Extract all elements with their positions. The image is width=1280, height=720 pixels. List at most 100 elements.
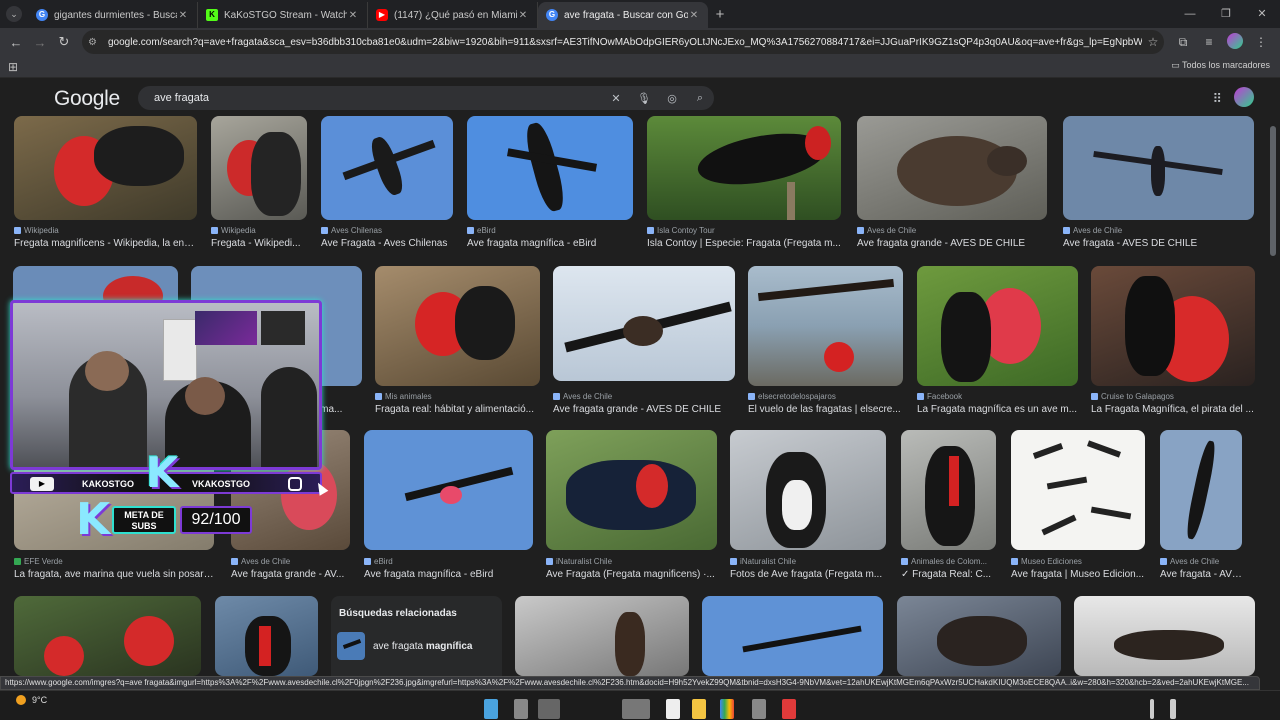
url-text[interactable]: google.com/search?q=ave+fragata&sca_esv=… [108, 37, 1142, 48]
taskbar-app-icon[interactable] [514, 699, 528, 719]
microphone-icon[interactable]: 🎙 [630, 92, 658, 105]
result-image[interactable] [215, 596, 318, 676]
result-title[interactable]: Ave fragata grande - AV... [231, 569, 350, 580]
search-input[interactable] [154, 92, 602, 104]
result-card[interactable]: iNaturalist Chile Fotos de Ave fragata (… [730, 430, 886, 582]
result-image[interactable] [14, 596, 201, 676]
close-icon[interactable]: ✕ [517, 10, 529, 21]
result-title[interactable]: La fragata, ave marina que vuela sin pos… [14, 569, 214, 580]
result-card[interactable]: Aves de Chile Ave fragata - AVES DE CHIL… [1063, 116, 1254, 256]
result-image[interactable] [553, 266, 735, 381]
search-icon[interactable]: ⌕ [686, 92, 714, 105]
taskbar-app-icon[interactable] [1150, 699, 1154, 719]
account-avatar[interactable] [1234, 87, 1254, 107]
result-title[interactable]: ✓ Fragata Real: C... [901, 569, 996, 580]
result-title[interactable]: Isla Contoy | Especie: Fragata (Fregata … [647, 238, 841, 249]
result-title[interactable]: Ave fragata magnífica - eBird [467, 238, 633, 249]
result-image[interactable] [1160, 430, 1242, 550]
address-bar[interactable]: ⚙ google.com/search?q=ave+fragata&sca_es… [82, 30, 1164, 54]
taskbar-app-icon[interactable] [622, 699, 650, 719]
result-image[interactable] [515, 596, 689, 676]
result-card[interactable]: eBird Ave fragata magnífica - eBird [467, 116, 633, 256]
result-title[interactable]: Fregata - Wikipedi... [211, 238, 307, 249]
result-card[interactable]: Wikipedia Fregata magnificens - Wikipedi… [14, 116, 197, 256]
all-bookmarks[interactable]: ▭ Todos los marcadores [1171, 60, 1270, 71]
site-info-icon[interactable]: ⚙ [88, 37, 102, 48]
result-card[interactable]: Aves de Chile Ave fragata grande - AVES … [553, 266, 735, 416]
result-title[interactable]: El vuelo de las fragatas | elsecre... [748, 404, 903, 415]
taskbar-app-icon[interactable] [484, 699, 498, 719]
apps-grid-icon[interactable]: ⊞ [8, 60, 18, 74]
google-apps-icon[interactable]: ⠿ [1212, 91, 1222, 107]
result-title[interactable]: La Fragata Magnífica, el pirata del ... [1091, 404, 1255, 415]
result-card[interactable]: Isla Contoy Tour Isla Contoy | Especie: … [647, 116, 841, 256]
close-window-icon[interactable]: ✕ [1244, 0, 1280, 28]
taskbar-app-icon[interactable] [666, 699, 680, 719]
result-title[interactable]: Ave fragata grande - AVES DE CHILE [553, 404, 735, 415]
result-image[interactable] [917, 266, 1078, 386]
reading-list-icon[interactable]: ≡ [1196, 35, 1222, 49]
result-image[interactable] [321, 116, 453, 220]
result-title[interactable]: Fotos de Ave fragata (Fregata m... [730, 569, 886, 580]
taskbar-app-icon[interactable] [752, 699, 766, 719]
clear-icon[interactable]: ✕ [602, 92, 630, 105]
result-card[interactable] [1074, 596, 1255, 676]
reload-icon[interactable]: ↻ [52, 34, 76, 50]
result-title[interactable]: Ave Fragata - Aves Chilenas [321, 238, 453, 249]
result-card[interactable]: Cruise to Galapagos La Fragata Magnífica… [1091, 266, 1255, 416]
result-image[interactable] [730, 430, 886, 550]
new-tab-button[interactable]: + [708, 4, 732, 28]
google-logo[interactable]: Google [54, 87, 120, 111]
result-title[interactable]: Ave fragata - AVES... [1160, 569, 1242, 580]
result-card[interactable]: Animales de Colom... ✓ Fragata Real: C..… [901, 430, 996, 582]
result-image[interactable] [1011, 430, 1145, 550]
result-card[interactable]: Museo Ediciones Ave fragata | Museo Edic… [1011, 430, 1145, 582]
taskbar-app-icon[interactable] [782, 699, 796, 719]
result-image[interactable] [467, 116, 633, 220]
extensions-icon[interactable]: ⧉ [1170, 35, 1196, 50]
result-title[interactable]: Ave fragata grande - AVES DE CHILE [857, 238, 1047, 249]
result-title[interactable]: Ave Fragata (Fregata magnificens) ·... [546, 569, 717, 580]
result-card[interactable]: Facebook La Fragata magnífica es un ave … [917, 266, 1078, 416]
minimize-icon[interactable]: — [1172, 0, 1208, 28]
result-image[interactable] [1091, 266, 1255, 386]
tab-1[interactable]: K KaKoSTGO Stream - Watch Live ✕ [198, 2, 368, 28]
result-image[interactable] [375, 266, 540, 386]
result-image[interactable] [14, 116, 197, 220]
result-card[interactable]: iNaturalist Chile Ave Fragata (Fregata m… [546, 430, 717, 582]
result-image[interactable] [364, 430, 533, 550]
scrollbar[interactable] [1270, 126, 1276, 256]
result-image[interactable] [647, 116, 841, 220]
result-card[interactable]: elsecretodelospajaros El vuelo de las fr… [748, 266, 903, 416]
result-image[interactable] [1063, 116, 1254, 220]
tab-search-icon[interactable]: ⌄ [6, 6, 22, 22]
result-card[interactable] [702, 596, 883, 676]
taskbar-app-icon[interactable] [1170, 699, 1176, 719]
search-box[interactable]: ✕ 🎙 ◎ ⌕ [138, 86, 714, 110]
close-icon[interactable]: ✕ [177, 10, 189, 21]
result-title[interactable]: Fragata real: hábitat y alimentació... [375, 404, 540, 415]
result-image[interactable] [901, 430, 996, 550]
result-card[interactable]: Aves Chilenas Ave Fragata - Aves Chilena… [321, 116, 453, 256]
result-card[interactable] [897, 596, 1061, 676]
result-title[interactable]: Ave fragata magnífica - eBird [364, 569, 533, 580]
result-image[interactable] [748, 266, 903, 386]
result-image[interactable] [1074, 596, 1255, 676]
profile-avatar[interactable] [1222, 32, 1248, 52]
weather-widget[interactable]: 9°C [16, 695, 47, 705]
result-image[interactable] [546, 430, 717, 550]
result-card[interactable]: Mis animales Fragata real: hábitat y ali… [375, 266, 540, 416]
result-card[interactable] [14, 596, 201, 676]
related-item[interactable]: ave fragata magnífica [337, 632, 473, 660]
result-card[interactable]: Aves de Chile Ave fragata - AVES... [1160, 430, 1242, 582]
taskbar-app-icon[interactable] [720, 699, 734, 719]
menu-icon[interactable]: ⋮ [1248, 35, 1274, 49]
result-title[interactable]: La Fragata magnífica es un ave m... [917, 404, 1078, 415]
result-title[interactable]: Fregata magnificens - Wikipedia, la enc.… [14, 238, 197, 249]
tab-2[interactable]: ▶ (1147) ¿Qué pasó en Miami? ¿A ✕ [368, 2, 538, 28]
taskbar-app-icon[interactable] [538, 699, 560, 719]
tab-0[interactable]: G gigantes durmientes - Buscar c ✕ [28, 2, 198, 28]
result-card[interactable]: Aves de Chile Ave fragata grande - AVES … [857, 116, 1047, 256]
taskbar-app-icon[interactable] [692, 699, 706, 719]
bookmark-star-icon[interactable]: ☆ [1142, 35, 1164, 49]
